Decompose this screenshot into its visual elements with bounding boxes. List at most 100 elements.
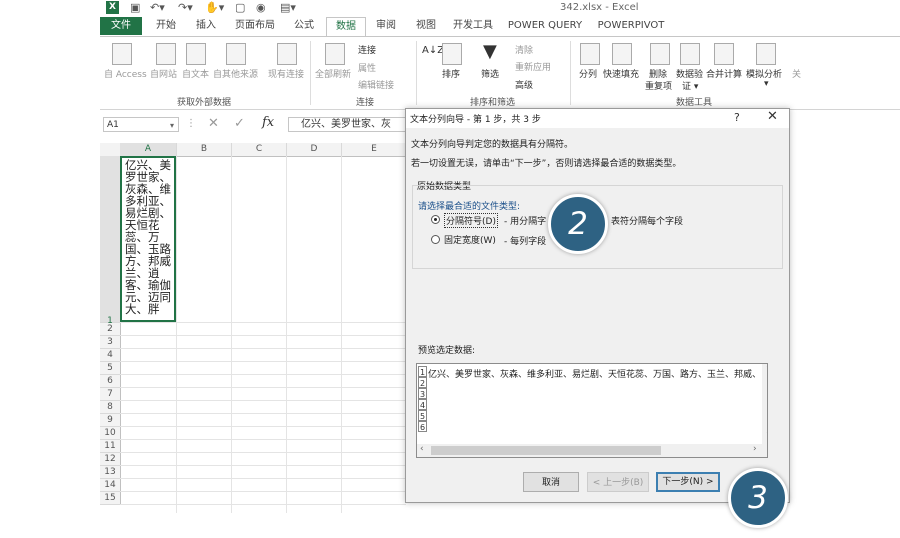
row-header-3[interactable]: 3 bbox=[100, 336, 121, 349]
help-icon[interactable]: ? bbox=[734, 111, 740, 124]
scroll-right-icon[interactable]: › bbox=[753, 444, 757, 454]
form-icon[interactable]: ▤▾ bbox=[280, 1, 296, 14]
sort-az-icon[interactable]: A↓Z bbox=[422, 45, 444, 56]
scroll-left-icon[interactable]: ‹ bbox=[420, 444, 424, 454]
delimited-radio[interactable] bbox=[431, 215, 440, 224]
connections-button[interactable]: 连接 bbox=[358, 43, 376, 56]
row-header-2[interactable]: 2 bbox=[100, 323, 121, 336]
data-validation-icon[interactable] bbox=[680, 43, 700, 65]
row-header-15[interactable]: 15 bbox=[100, 492, 121, 505]
tab-developer[interactable]: 开发工具 bbox=[448, 17, 498, 35]
column-header-d[interactable]: D bbox=[287, 143, 342, 157]
row-header-13[interactable]: 13 bbox=[100, 466, 121, 479]
row-header-6[interactable]: 6 bbox=[100, 375, 121, 388]
tab-power-query[interactable]: POWER QUERY bbox=[504, 17, 586, 35]
formula-input[interactable]: 亿兴、美罗世家、灰 bbox=[288, 117, 406, 132]
consolidate-icon[interactable] bbox=[714, 43, 734, 65]
tab-formulas[interactable]: 公式 bbox=[286, 17, 322, 35]
undo-icon[interactable]: ↶▾ bbox=[150, 1, 165, 14]
scroll-up-icon[interactable]: ˄ bbox=[766, 364, 767, 373]
scrollbar-thumb[interactable] bbox=[431, 446, 661, 455]
consolidate-button[interactable]: 合并计算 bbox=[706, 67, 742, 80]
filter-button[interactable]: 筛选 bbox=[481, 67, 499, 80]
redo-icon[interactable]: ↷▾ bbox=[178, 1, 193, 14]
row-header-7[interactable]: 7 bbox=[100, 388, 121, 401]
column-header-b[interactable]: B bbox=[177, 143, 232, 157]
properties-button[interactable]: 属性 bbox=[358, 61, 376, 74]
data-preview[interactable]: 1 2 3 4 5 6 亿兴、美罗世家、灰森、维多利亚、易烂剧、天恒花蕊、万国、… bbox=[416, 363, 768, 458]
insert-function-icon[interactable]: fx bbox=[262, 115, 274, 130]
formula-bar-splitter[interactable]: ⋮ bbox=[186, 118, 196, 129]
flash-fill-icon[interactable] bbox=[612, 43, 632, 65]
delimited-option-label[interactable]: 分隔符号(D) bbox=[444, 213, 498, 228]
fixed-width-option-label[interactable]: 固定宽度(W) bbox=[444, 233, 496, 246]
sort-button[interactable]: 排序 bbox=[442, 67, 460, 80]
name-box[interactable]: A1 ▾ bbox=[103, 117, 179, 132]
tab-home[interactable]: 开始 bbox=[148, 17, 184, 35]
camera-icon[interactable]: ◉ bbox=[256, 1, 266, 14]
row-header-8[interactable]: 8 bbox=[100, 401, 121, 414]
what-if-dropdown[interactable]: ▾ bbox=[764, 79, 769, 89]
row-header-10[interactable]: 10 bbox=[100, 427, 121, 440]
from-web-button[interactable]: 自网站 bbox=[150, 67, 177, 80]
from-access-button[interactable]: 自 Access bbox=[104, 67, 147, 80]
touch-mode-icon[interactable]: ✋▾ bbox=[205, 1, 224, 14]
from-text-button[interactable]: 自文本 bbox=[182, 67, 209, 80]
row-header-14[interactable]: 14 bbox=[100, 479, 121, 492]
save-icon[interactable]: ▣ bbox=[130, 1, 140, 14]
back-button[interactable]: < 上一步(B) bbox=[587, 472, 649, 492]
text-to-columns-button[interactable]: 分列 bbox=[579, 67, 597, 80]
dialog-title-bar[interactable]: 文本分列向导 - 第 1 步，共 3 步 ? ✕ bbox=[406, 109, 789, 128]
edit-links-button[interactable]: 编辑链接 bbox=[358, 78, 394, 91]
sort-dialog-icon[interactable] bbox=[442, 43, 462, 65]
cancel-icon[interactable]: ✕ bbox=[208, 116, 219, 131]
advanced-button[interactable]: 高级 bbox=[515, 78, 533, 91]
tab-page-layout[interactable]: 页面布局 bbox=[228, 17, 282, 35]
cell-a1[interactable]: 亿兴、美罗世家、灰森、维多利亚、易烂剧、天恒花蕊、万国、玉路方、邦威兰、逍客、瑜… bbox=[120, 156, 176, 322]
row-header-9[interactable]: 9 bbox=[100, 414, 121, 427]
fixed-width-radio[interactable] bbox=[431, 235, 440, 244]
what-if-icon[interactable] bbox=[756, 43, 776, 65]
text-icon[interactable] bbox=[186, 43, 206, 65]
access-icon[interactable] bbox=[112, 43, 132, 65]
select-all-corner[interactable] bbox=[100, 143, 121, 157]
tab-insert[interactable]: 插入 bbox=[188, 17, 224, 35]
next-button[interactable]: 下一步(N) > bbox=[656, 472, 720, 492]
preview-horizontal-scrollbar[interactable]: ‹ › bbox=[417, 444, 767, 457]
tab-data[interactable]: 数据 bbox=[326, 17, 366, 37]
row-header-11[interactable]: 11 bbox=[100, 440, 121, 453]
tab-file[interactable]: 文件 bbox=[100, 17, 142, 35]
existing-connections-button[interactable]: 现有连接 bbox=[268, 67, 304, 80]
other-sources-icon[interactable] bbox=[226, 43, 246, 65]
column-header-e[interactable]: E bbox=[342, 143, 407, 157]
text-to-columns-icon[interactable] bbox=[580, 43, 600, 65]
row-header-1[interactable]: 1 bbox=[100, 156, 121, 326]
blank-icon[interactable]: ▢ bbox=[235, 1, 245, 14]
tab-view[interactable]: 视图 bbox=[408, 17, 444, 35]
scroll-down-icon[interactable]: ˅ bbox=[766, 432, 767, 441]
preview-vertical-scrollbar[interactable]: ˄ ˅ bbox=[762, 364, 767, 444]
refresh-all-button[interactable]: 全部刷新 bbox=[315, 67, 351, 80]
row-header-4[interactable]: 4 bbox=[100, 349, 121, 362]
flash-fill-button[interactable]: 快速填充 bbox=[603, 67, 639, 80]
web-icon[interactable] bbox=[156, 43, 176, 65]
row-header-5[interactable]: 5 bbox=[100, 362, 121, 375]
tab-review[interactable]: 审阅 bbox=[368, 17, 404, 35]
chevron-down-icon[interactable]: ▾ bbox=[170, 118, 174, 133]
tab-powerpivot[interactable]: POWERPIVOT bbox=[594, 17, 668, 35]
step-3-badge: 3 bbox=[728, 468, 788, 528]
relationships-button[interactable]: 关 bbox=[792, 67, 801, 80]
clear-button[interactable]: 清除 bbox=[515, 43, 533, 56]
refresh-all-icon[interactable] bbox=[325, 43, 345, 65]
remove-duplicates-icon[interactable] bbox=[650, 43, 670, 65]
from-other-sources-button[interactable]: 自其他来源 bbox=[213, 67, 258, 80]
close-icon[interactable]: ✕ bbox=[767, 109, 778, 124]
filter-icon[interactable]: ▼ bbox=[483, 41, 497, 62]
column-header-c[interactable]: C bbox=[232, 143, 287, 157]
name-box-value: A1 bbox=[107, 120, 119, 130]
enter-icon[interactable]: ✓ bbox=[234, 116, 245, 131]
row-header-12[interactable]: 12 bbox=[100, 453, 121, 466]
cancel-button[interactable]: 取消 bbox=[523, 472, 579, 492]
reapply-button[interactable]: 重新应用 bbox=[515, 60, 551, 73]
existing-connections-icon[interactable] bbox=[277, 43, 297, 65]
